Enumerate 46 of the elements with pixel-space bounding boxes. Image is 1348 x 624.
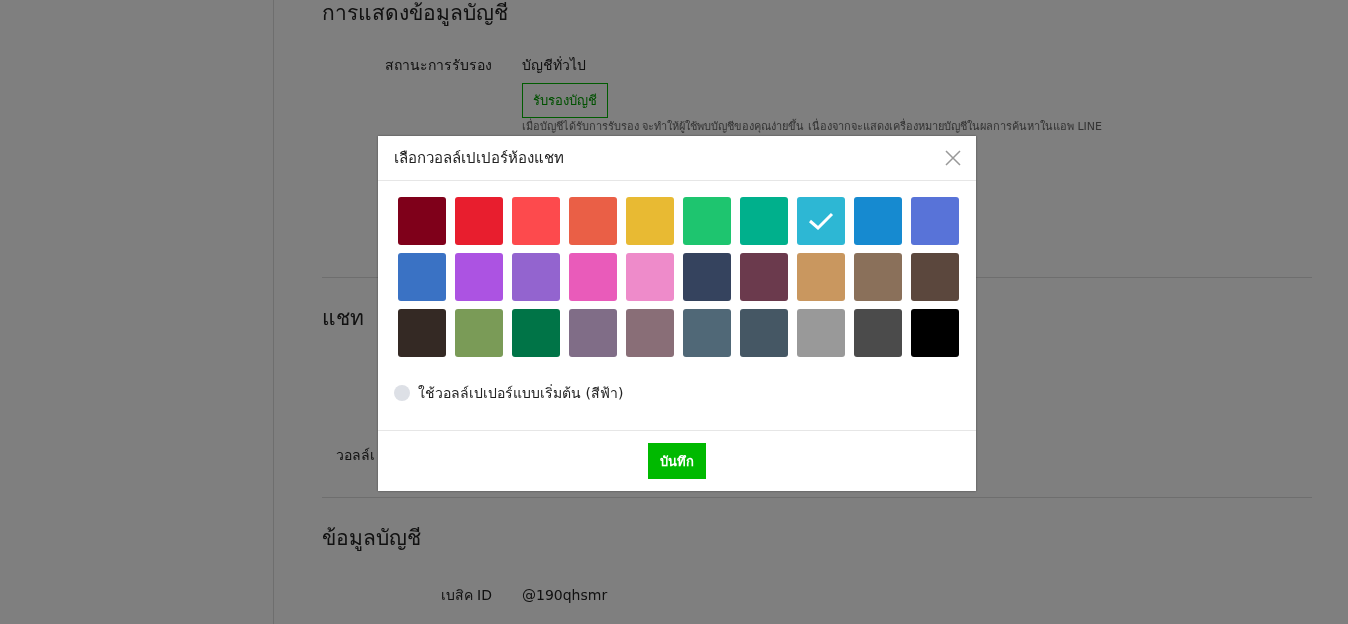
color-swatch[interactable] bbox=[626, 197, 674, 245]
save-button[interactable]: บันทึก bbox=[648, 443, 706, 479]
close-button[interactable] bbox=[944, 149, 962, 167]
color-swatch[interactable] bbox=[398, 309, 446, 357]
radio-label: ใช้วอลล์เปเปอร์แบบเริ่มต้น (สีฟ้า) bbox=[418, 383, 624, 403]
color-swatch[interactable] bbox=[455, 253, 503, 301]
color-swatch[interactable] bbox=[683, 253, 731, 301]
field-value: @190qhsmr bbox=[522, 586, 608, 605]
color-swatch[interactable] bbox=[911, 309, 959, 357]
color-swatch[interactable] bbox=[740, 253, 788, 301]
section-heading: แชท bbox=[322, 305, 365, 332]
color-swatch[interactable] bbox=[398, 253, 446, 301]
color-swatch[interactable] bbox=[512, 253, 560, 301]
color-swatch[interactable] bbox=[797, 309, 845, 357]
color-swatch[interactable] bbox=[911, 197, 959, 245]
field-value: บัญชีทั่วไป bbox=[522, 55, 586, 75]
color-swatch[interactable] bbox=[626, 309, 674, 357]
section-heading: การแสดงข้อมูลบัญชี bbox=[322, 0, 509, 28]
color-swatch[interactable] bbox=[398, 197, 446, 245]
color-swatch[interactable] bbox=[683, 309, 731, 357]
check-icon bbox=[808, 212, 834, 230]
color-swatch[interactable] bbox=[911, 253, 959, 301]
color-swatch[interactable] bbox=[569, 253, 617, 301]
color-swatch[interactable] bbox=[455, 309, 503, 357]
color-swatch[interactable] bbox=[797, 253, 845, 301]
field-label: เบสิค ID bbox=[439, 586, 492, 605]
hint-text: เมื่อบัญชีได้รับการรับรอง จะทำให้ผู้ใช้พบบัญชีของคุณง่ายขึ้น เนื่องจากจะแสดงเครื่องหมายบัญชีในผลการค้นหาในแอพ LINE bbox=[522, 120, 1103, 133]
dialog-title: เลือกวอลล์เปเปอร์ห้องแชท bbox=[394, 148, 564, 169]
color-swatch[interactable] bbox=[569, 309, 617, 357]
color-swatch[interactable] bbox=[854, 309, 902, 357]
section-heading: ข้อมูลบัญชี bbox=[322, 525, 422, 553]
color-swatch[interactable] bbox=[569, 197, 617, 245]
color-swatch[interactable] bbox=[797, 197, 845, 245]
color-swatch[interactable] bbox=[740, 197, 788, 245]
color-swatch[interactable] bbox=[854, 253, 902, 301]
verify-button[interactable]: รับรองบัญชี bbox=[522, 83, 608, 118]
color-swatch[interactable] bbox=[512, 309, 560, 357]
field-label: วอลล์เ bbox=[335, 446, 375, 465]
color-swatch[interactable] bbox=[854, 197, 902, 245]
field-label: สถานะการรับรอง bbox=[384, 56, 492, 75]
color-swatch[interactable] bbox=[740, 309, 788, 357]
color-swatch[interactable] bbox=[512, 197, 560, 245]
color-swatch[interactable] bbox=[455, 197, 503, 245]
color-swatch[interactable] bbox=[683, 197, 731, 245]
radio-button[interactable] bbox=[394, 385, 410, 401]
color-swatch[interactable] bbox=[626, 253, 674, 301]
